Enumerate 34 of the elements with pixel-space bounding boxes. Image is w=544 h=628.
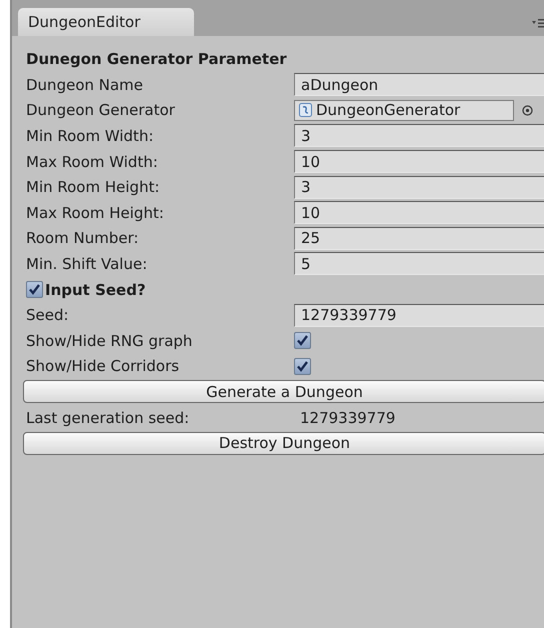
input-field[interactable]: aDungeon [294, 73, 544, 96]
input-field[interactable]: 10 [294, 150, 544, 174]
object-name: DungeonGenerator [316, 101, 460, 120]
field-label: Max Room Height: [26, 204, 165, 222]
field-label: Seed: [26, 306, 70, 324]
input-field[interactable]: 5 [294, 252, 544, 276]
field-label: Min Room Width: [26, 126, 154, 145]
action-button[interactable]: Generate a Dungeon [23, 380, 544, 404]
field-label: Dungeon Name [26, 76, 144, 94]
info-value: 1279339779 [299, 408, 396, 427]
input-field[interactable]: 3 [294, 176, 544, 199]
field-label: Min Room Height: [26, 178, 161, 196]
checkbox[interactable] [26, 281, 43, 298]
field-label: Dungeon Generator [26, 101, 176, 120]
input-field[interactable]: 10 [294, 201, 544, 224]
menu-icon[interactable] [532, 18, 544, 28]
field-label: Room Number: [26, 229, 140, 248]
field-label: Show/Hide Corridors [26, 357, 180, 376]
action-button[interactable]: Destroy Dungeon [23, 432, 544, 455]
checkbox[interactable] [294, 332, 311, 350]
input-field[interactable]: 1279339779 [294, 304, 544, 327]
field-label: Max Room Width: [26, 152, 159, 171]
info-label: Last generation seed: [26, 408, 190, 427]
field-label: Show/Hide RNG graph [26, 332, 194, 350]
toggle-label: Input Seed? [45, 280, 146, 299]
field-label: Min. Shift Value: [26, 254, 148, 273]
input-field[interactable]: 25 [294, 226, 544, 250]
script-icon [299, 103, 312, 118]
section-title: Dunegon Generator Parameter [26, 49, 288, 70]
object-field[interactable]: DungeonGenerator [294, 100, 514, 121]
editor-tab[interactable]: DungeonEditor [18, 8, 194, 36]
checkbox[interactable] [294, 358, 311, 375]
target-icon[interactable] [522, 104, 533, 116]
input-field[interactable]: 3 [294, 124, 544, 148]
